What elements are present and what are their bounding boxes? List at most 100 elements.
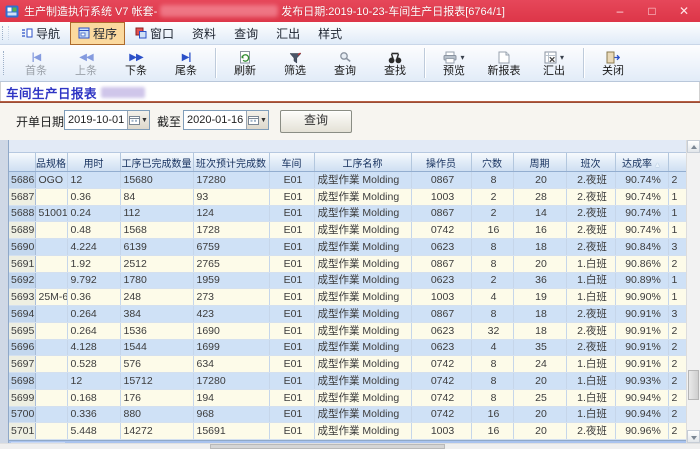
table-row[interactable]: 5686OGO121568017280E01成型作業 Molding086782… — [9, 172, 686, 189]
cell-plan-qty[interactable]: 1728 — [193, 222, 269, 239]
cell-shift[interactable]: 2.夜班 — [566, 188, 615, 205]
table-row[interactable]: 56964.12815441699E01成型作業 Molding06234352… — [9, 339, 686, 356]
cell-row-id[interactable]: 5691 — [9, 255, 35, 272]
cell-spec[interactable] — [35, 255, 67, 272]
cell-rate[interactable]: 90.74% — [615, 222, 668, 239]
cell-hours[interactable]: 0.264 — [67, 306, 120, 323]
cell-extra[interactable]: 2 — [668, 322, 686, 339]
cell-cavity[interactable]: 16 — [471, 406, 513, 423]
cell-extra[interactable]: 2 — [668, 389, 686, 406]
cell-plan-qty[interactable]: 968 — [193, 406, 269, 423]
cell-spec[interactable] — [35, 222, 67, 239]
cell-shift[interactable]: 1.白班 — [566, 289, 615, 306]
cell-cavity[interactable]: 2 — [471, 188, 513, 205]
cell-workshop[interactable]: E01 — [269, 172, 314, 189]
date-from-value[interactable]: 2019-10-01 — [65, 111, 127, 129]
cell-hours[interactable]: 0.168 — [67, 389, 120, 406]
cell-plan-qty[interactable]: 2765 — [193, 255, 269, 272]
cell-operator[interactable]: 0623 — [411, 322, 471, 339]
cell-shift[interactable]: 2.夜班 — [566, 222, 615, 239]
cell-extra[interactable]: 3 — [668, 306, 686, 323]
cell-cycle[interactable]: 20 — [513, 406, 566, 423]
cell-row-id[interactable]: 5687 — [9, 188, 35, 205]
cell-spec[interactable] — [35, 188, 67, 205]
cell-workshop[interactable]: E01 — [269, 222, 314, 239]
cell-done-qty[interactable]: 14272 — [120, 423, 193, 440]
cell-extra[interactable]: 2 — [668, 356, 686, 373]
cell-extra[interactable]: 1 — [668, 188, 686, 205]
cell-process[interactable]: 成型作業 Molding — [314, 356, 411, 373]
cell-workshop[interactable]: E01 — [269, 406, 314, 423]
cell-row-id[interactable]: 5701 — [9, 423, 35, 440]
cell-row-id[interactable]: 5700 — [9, 406, 35, 423]
date-from-field[interactable]: 2019-10-01 ▼ — [64, 110, 150, 130]
cell-shift[interactable]: 2.夜班 — [566, 322, 615, 339]
cell-cavity[interactable]: 8 — [471, 239, 513, 256]
close-window-button[interactable]: 关闭 — [588, 45, 638, 81]
cell-hours[interactable]: 0.336 — [67, 406, 120, 423]
cell-shift[interactable]: 1.白班 — [566, 356, 615, 373]
menu-item-data[interactable]: 资料 — [184, 22, 224, 45]
cell-done-qty[interactable]: 384 — [120, 306, 193, 323]
horizontal-scrollbar[interactable] — [0, 443, 700, 449]
cell-extra[interactable]: 1 — [668, 289, 686, 306]
cell-shift[interactable]: 1.白班 — [566, 406, 615, 423]
next-button[interactable]: ▶▶下条 — [111, 45, 161, 81]
table-row[interactable]: 56990.168176194E01成型作業 Molding07428251.白… — [9, 389, 686, 406]
menu-item-window[interactable]: 窗口 — [127, 22, 182, 45]
cell-process[interactable]: 成型作業 Molding — [314, 172, 411, 189]
cell-process[interactable]: 成型作業 Molding — [314, 205, 411, 222]
cell-shift[interactable]: 2.夜班 — [566, 306, 615, 323]
cell-process[interactable]: 成型作業 Molding — [314, 373, 411, 390]
new-report-button[interactable]: 新报表 — [479, 45, 529, 81]
cell-plan-qty[interactable]: 1699 — [193, 339, 269, 356]
cell-operator[interactable]: 0742 — [411, 406, 471, 423]
cell-rate[interactable]: 90.91% — [615, 339, 668, 356]
cell-rate[interactable]: 90.91% — [615, 322, 668, 339]
table-row[interactable]: 56870.368493E01成型作業 Molding10032282.夜班90… — [9, 188, 686, 205]
filter-button[interactable]: 筛选 — [270, 45, 320, 81]
maximize-icon[interactable]: □ — [636, 0, 668, 22]
cell-plan-qty[interactable]: 423 — [193, 306, 269, 323]
cell-cycle[interactable]: 36 — [513, 272, 566, 289]
cell-rate[interactable]: 90.91% — [615, 356, 668, 373]
table-row[interactable]: 57000.336880968E01成型作業 Molding074216201.… — [9, 406, 686, 423]
cell-spec[interactable] — [35, 406, 67, 423]
table-row[interactable]: 56929.79217801959E01成型作業 Molding06232361… — [9, 272, 686, 289]
cell-operator[interactable]: 0867 — [411, 172, 471, 189]
cell-extra[interactable]: 1 — [668, 272, 686, 289]
cell-workshop[interactable]: E01 — [269, 356, 314, 373]
cell-row-id[interactable]: 5695 — [9, 322, 35, 339]
cell-done-qty[interactable]: 112 — [120, 205, 193, 222]
cell-cycle[interactable]: 28 — [513, 188, 566, 205]
cell-cavity[interactable]: 4 — [471, 339, 513, 356]
cell-operator[interactable]: 0623 — [411, 339, 471, 356]
cell-cycle[interactable]: 18 — [513, 306, 566, 323]
column-header-row-id[interactable] — [9, 153, 35, 172]
cell-cycle[interactable]: 18 — [513, 239, 566, 256]
cell-extra[interactable]: 2 — [668, 339, 686, 356]
cell-hours[interactable]: 0.36 — [67, 289, 120, 306]
menu-item-export[interactable]: 汇出 — [268, 22, 308, 45]
cell-extra[interactable]: 2 — [668, 406, 686, 423]
cell-cavity[interactable]: 8 — [471, 255, 513, 272]
cell-shift[interactable]: 2.夜班 — [566, 205, 615, 222]
cell-shift[interactable]: 2.夜班 — [566, 172, 615, 189]
cell-done-qty[interactable]: 576 — [120, 356, 193, 373]
cell-spec[interactable] — [35, 272, 67, 289]
cell-done-qty[interactable]: 84 — [120, 188, 193, 205]
column-header-done-qty[interactable]: 工序已完成数量 — [120, 153, 193, 172]
cell-operator[interactable]: 0742 — [411, 356, 471, 373]
cell-extra[interactable]: 2 — [668, 373, 686, 390]
cell-rate[interactable]: 90.74% — [615, 172, 668, 189]
cell-cycle[interactable]: 20 — [513, 172, 566, 189]
cell-row-id[interactable]: 5686 — [9, 172, 35, 189]
cell-done-qty[interactable]: 880 — [120, 406, 193, 423]
column-header-shift[interactable]: 班次 — [566, 153, 615, 172]
cell-row-id[interactable]: 5698 — [9, 373, 35, 390]
cell-rate[interactable]: 90.96% — [615, 423, 668, 440]
cell-hours[interactable]: 0.528 — [67, 356, 120, 373]
cell-workshop[interactable]: E01 — [269, 373, 314, 390]
cell-cycle[interactable]: 24 — [513, 356, 566, 373]
first-button[interactable]: |◀首条 — [11, 45, 61, 81]
